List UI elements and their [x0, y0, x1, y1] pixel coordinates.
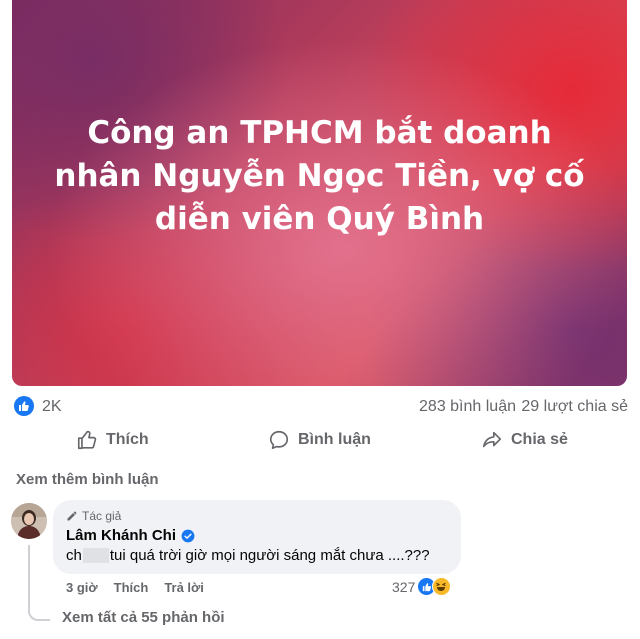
banner-title: Công an TPHCM bắt doanh nhân Nguyễn Ngọc… — [54, 115, 585, 237]
post-stats: 2K 283 bình luận 29 lượt chia sẻ — [12, 396, 628, 418]
post-banner[interactable]: Công an TPHCM bắt doanh nhân Nguyễn Ngọc… — [12, 0, 627, 386]
comment-text: ch tui quá trời giờ mọi người sáng mắt c… — [66, 547, 430, 564]
redacted-word — [82, 548, 109, 563]
share-count[interactable]: 29 lượt chia sẻ — [521, 398, 628, 416]
pencil-icon — [67, 511, 77, 521]
comment-bubble[interactable]: Tác giả Lâm Khánh Chi ch tui quá trời gi… — [53, 500, 461, 574]
verified-icon — [181, 529, 195, 542]
comment-author-name: Lâm Khánh Chi — [66, 527, 177, 544]
comment-text-start: ch — [66, 547, 82, 564]
like-reaction-icon — [14, 396, 34, 416]
like-button[interactable]: Thích — [76, 425, 149, 455]
author-badge: Tác giả — [66, 509, 121, 523]
reaction-count[interactable]: 2K — [42, 398, 62, 416]
view-more-comments-link[interactable]: Xem thêm bình luận — [16, 471, 159, 488]
comment-button[interactable]: Bình luận — [268, 425, 371, 455]
avatar[interactable] — [11, 503, 47, 539]
comment-like-button[interactable]: Thích — [114, 580, 149, 595]
comment-text-end: tui quá trời giờ mọi người sáng mắt chưa… — [109, 547, 430, 564]
view-all-replies-link[interactable]: Xem tất cả 55 phản hồi — [62, 609, 225, 626]
share-icon — [482, 431, 502, 448]
comment-icon — [269, 430, 289, 450]
comment-author[interactable]: Lâm Khánh Chi — [66, 527, 195, 544]
comment-reaction-count: 327 — [392, 578, 416, 595]
comment-meta: 3 giờ Thích Trả lời — [66, 580, 204, 595]
like-label: Thích — [106, 431, 149, 448]
like-icon — [77, 430, 97, 450]
haha-icon — [432, 577, 452, 596]
post-actions: Thích Bình luận Chia sẻ — [0, 425, 640, 455]
comment-label: Bình luận — [298, 431, 371, 448]
share-label: Chia sẻ — [511, 431, 568, 448]
comment-reply-button[interactable]: Trả lời — [164, 580, 204, 595]
author-badge-label: Tác giả — [82, 509, 122, 523]
reply-thread-line — [28, 545, 50, 621]
comment-count[interactable]: 283 bình luận — [419, 398, 516, 416]
comment-reactions[interactable]: 327 — [392, 577, 452, 596]
comment-time[interactable]: 3 giờ — [66, 580, 98, 595]
share-button[interactable]: Chia sẻ — [481, 425, 568, 455]
